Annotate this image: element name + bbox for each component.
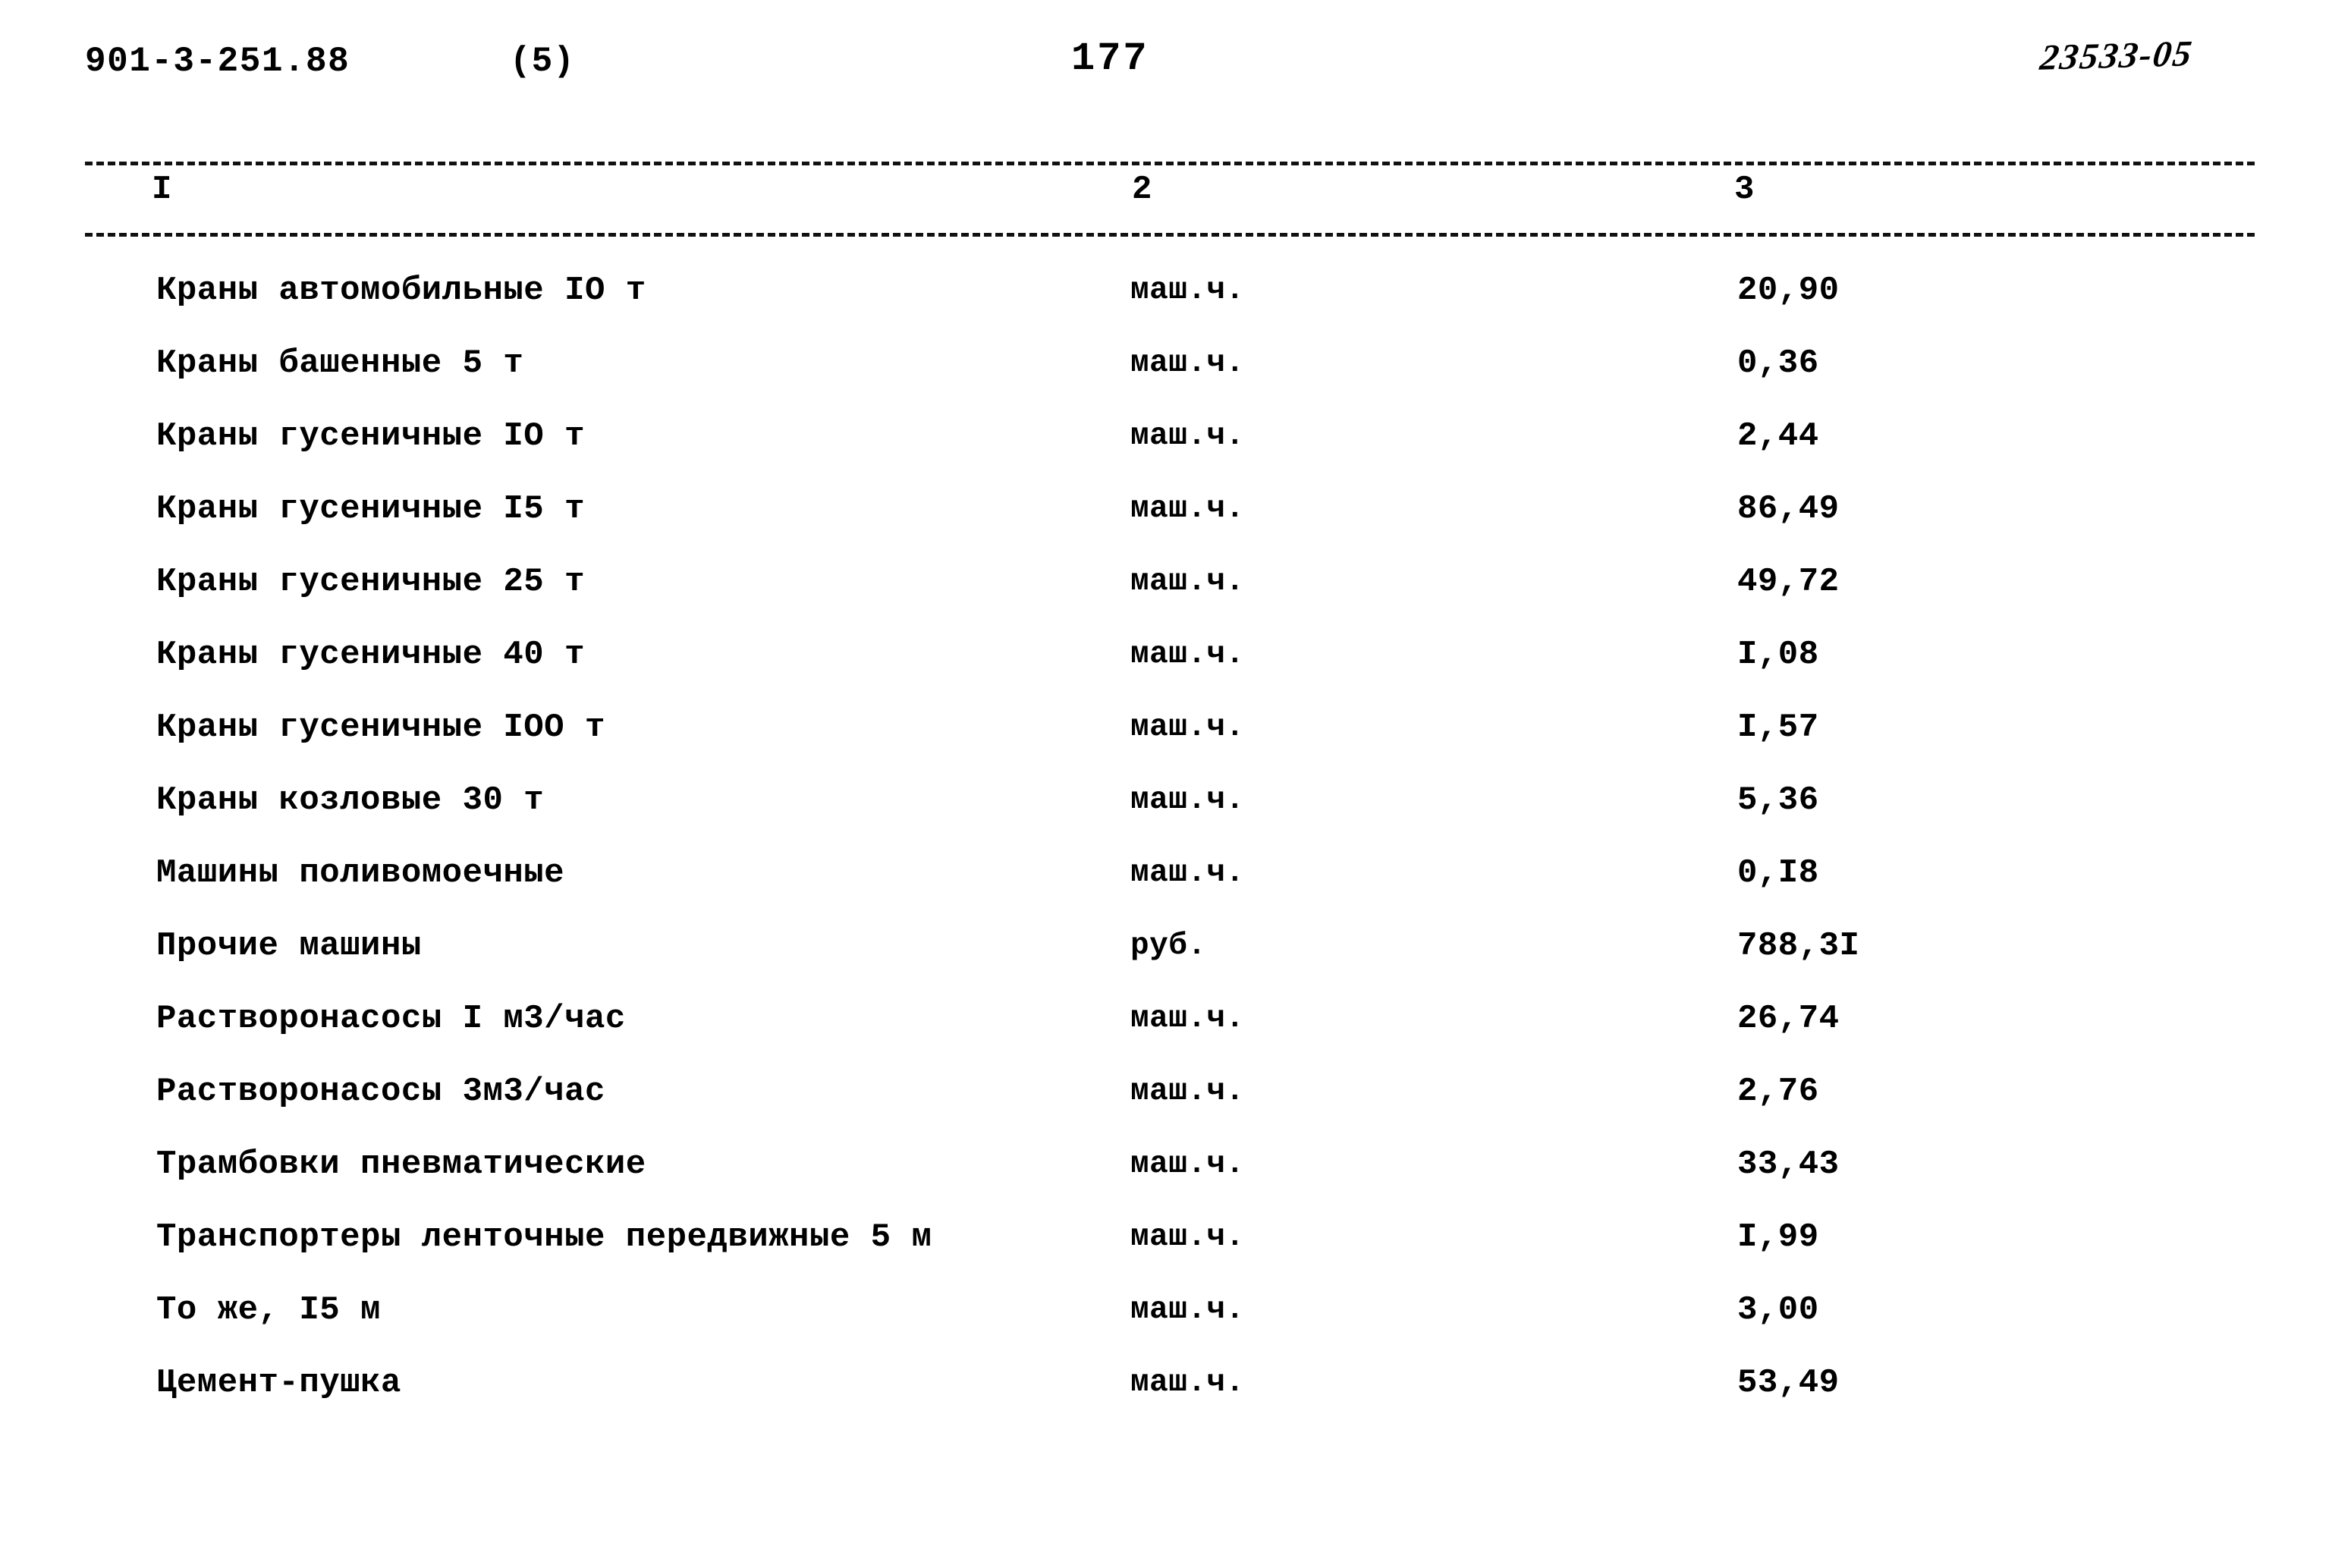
sheet-number: (5) — [510, 42, 575, 81]
table-row: Транспортеры ленточные передвижные 5 м ма… — [0, 1216, 2329, 1289]
machine-unit: маш.ч. — [1130, 856, 1245, 891]
machine-name: Транспортеры ленточные передвижные 5 м — [156, 1218, 932, 1256]
table-row: То же, I5 м маш.ч. 3,00 — [0, 1289, 2329, 1362]
page-header: 901-3-251.88 (5) 177 23533-05 — [0, 0, 2329, 121]
machine-unit: маш.ч. — [1130, 419, 1245, 454]
machine-value: I,57 — [1737, 709, 1819, 746]
machine-unit: маш.ч. — [1130, 1147, 1245, 1182]
page-number: 177 — [1071, 36, 1149, 81]
machine-unit: руб. — [1130, 929, 1207, 963]
machine-unit: маш.ч. — [1130, 1365, 1245, 1400]
machine-unit: маш.ч. — [1130, 1220, 1245, 1255]
table-row: Прочие машины руб. 788,3I — [0, 925, 2329, 998]
column-number-row: I 2 3 — [0, 171, 2329, 231]
machine-value: 53,49 — [1737, 1364, 1840, 1402]
machine-value: 788,3I — [1737, 927, 1860, 965]
machine-unit: маш.ч. — [1130, 1293, 1245, 1328]
machine-name: Краны гусеничные I5 т — [156, 490, 585, 528]
machine-name: Трамбовки пневматические — [156, 1145, 646, 1183]
machine-name: Растворонасосы 3м3/час — [156, 1073, 605, 1111]
machine-value: 49,72 — [1737, 563, 1840, 601]
machine-name: То же, I5 м — [156, 1291, 381, 1329]
machine-unit: маш.ч. — [1130, 564, 1245, 599]
table-row: Растворонасосы 3м3/час маш.ч. 2,76 — [0, 1070, 2329, 1143]
machine-unit: маш.ч. — [1130, 710, 1245, 745]
table-row: Краны автомобильные IO т маш.ч. 20,90 — [0, 269, 2329, 342]
machinery-table: Краны автомобильные IO т маш.ч. 20,90 Краны… — [0, 269, 2329, 1434]
machine-value: 2,76 — [1737, 1073, 1819, 1111]
machine-name: Прочие машины — [156, 927, 422, 965]
column-number-3: 3 — [1734, 171, 1755, 209]
machine-value: 26,74 — [1737, 1000, 1840, 1038]
machine-unit: маш.ч. — [1130, 1001, 1245, 1036]
machine-unit: маш.ч. — [1130, 273, 1245, 308]
table-row: Трамбовки пневматические маш.ч. 33,43 — [0, 1143, 2329, 1216]
document-page: 901-3-251.88 (5) 177 23533-05 I 2 3 Кран… — [0, 0, 2329, 1568]
machine-unit: маш.ч. — [1130, 783, 1245, 818]
table-rule-top — [85, 162, 2255, 165]
machine-unit: маш.ч. — [1130, 346, 1245, 381]
machine-unit: маш.ч. — [1130, 637, 1245, 672]
table-row: Цемент-пушка маш.ч. 53,49 — [0, 1362, 2329, 1434]
machine-value: 0,I8 — [1737, 854, 1819, 892]
table-rule-bottom — [85, 233, 2255, 237]
table-row: Краны башенные 5 т маш.ч. 0,36 — [0, 342, 2329, 415]
table-row: Краны гусеничные 25 т маш.ч. 49,72 — [0, 561, 2329, 633]
column-number-2: 2 — [1132, 171, 1153, 209]
table-row: Растворонасосы I м3/час маш.ч. 26,74 — [0, 998, 2329, 1070]
machine-value: I,99 — [1737, 1218, 1819, 1256]
table-row: Машины поливомоечные маш.ч. 0,I8 — [0, 852, 2329, 925]
machine-name: Краны гусеничные 25 т — [156, 563, 585, 601]
document-code: 901-3-251.88 — [85, 42, 350, 81]
machine-unit: маш.ч. — [1130, 1074, 1245, 1109]
machine-value: 0,36 — [1737, 344, 1819, 382]
machine-value: 86,49 — [1737, 490, 1840, 528]
machine-name: Машины поливомоечные — [156, 854, 565, 892]
machine-name: Цемент-пушка — [156, 1364, 401, 1402]
machine-name: Краны башенные 5 т — [156, 344, 524, 382]
machine-value: 20,90 — [1737, 272, 1840, 310]
table-row: Краны гусеничные I5 т маш.ч. 86,49 — [0, 488, 2329, 561]
table-row: Краны козловые 30 т маш.ч. 5,36 — [0, 779, 2329, 852]
column-number-1: I — [152, 171, 173, 209]
machine-name: Краны автомобильные IO т — [156, 272, 646, 310]
machine-value: 2,44 — [1737, 417, 1819, 455]
machine-value: I,08 — [1737, 636, 1819, 674]
machine-name: Растворонасосы I м3/час — [156, 1000, 626, 1038]
table-row: Краны гусеничные IOO т маш.ч. I,57 — [0, 706, 2329, 779]
machine-value: 5,36 — [1737, 781, 1819, 819]
machine-unit: маш.ч. — [1130, 492, 1245, 526]
table-row: Краны гусеничные 40 т маш.ч. I,08 — [0, 633, 2329, 706]
machine-name: Краны гусеничные IO т — [156, 417, 585, 455]
machine-value: 3,00 — [1737, 1291, 1819, 1329]
machine-value: 33,43 — [1737, 1145, 1840, 1183]
machine-name: Краны гусеничные IOO т — [156, 709, 605, 746]
machine-name: Краны гусеничные 40 т — [156, 636, 585, 674]
archive-code-handwritten: 23533-05 — [2038, 33, 2195, 78]
table-row: Краны гусеничные IO т маш.ч. 2,44 — [0, 415, 2329, 488]
machine-name: Краны козловые 30 т — [156, 781, 545, 819]
